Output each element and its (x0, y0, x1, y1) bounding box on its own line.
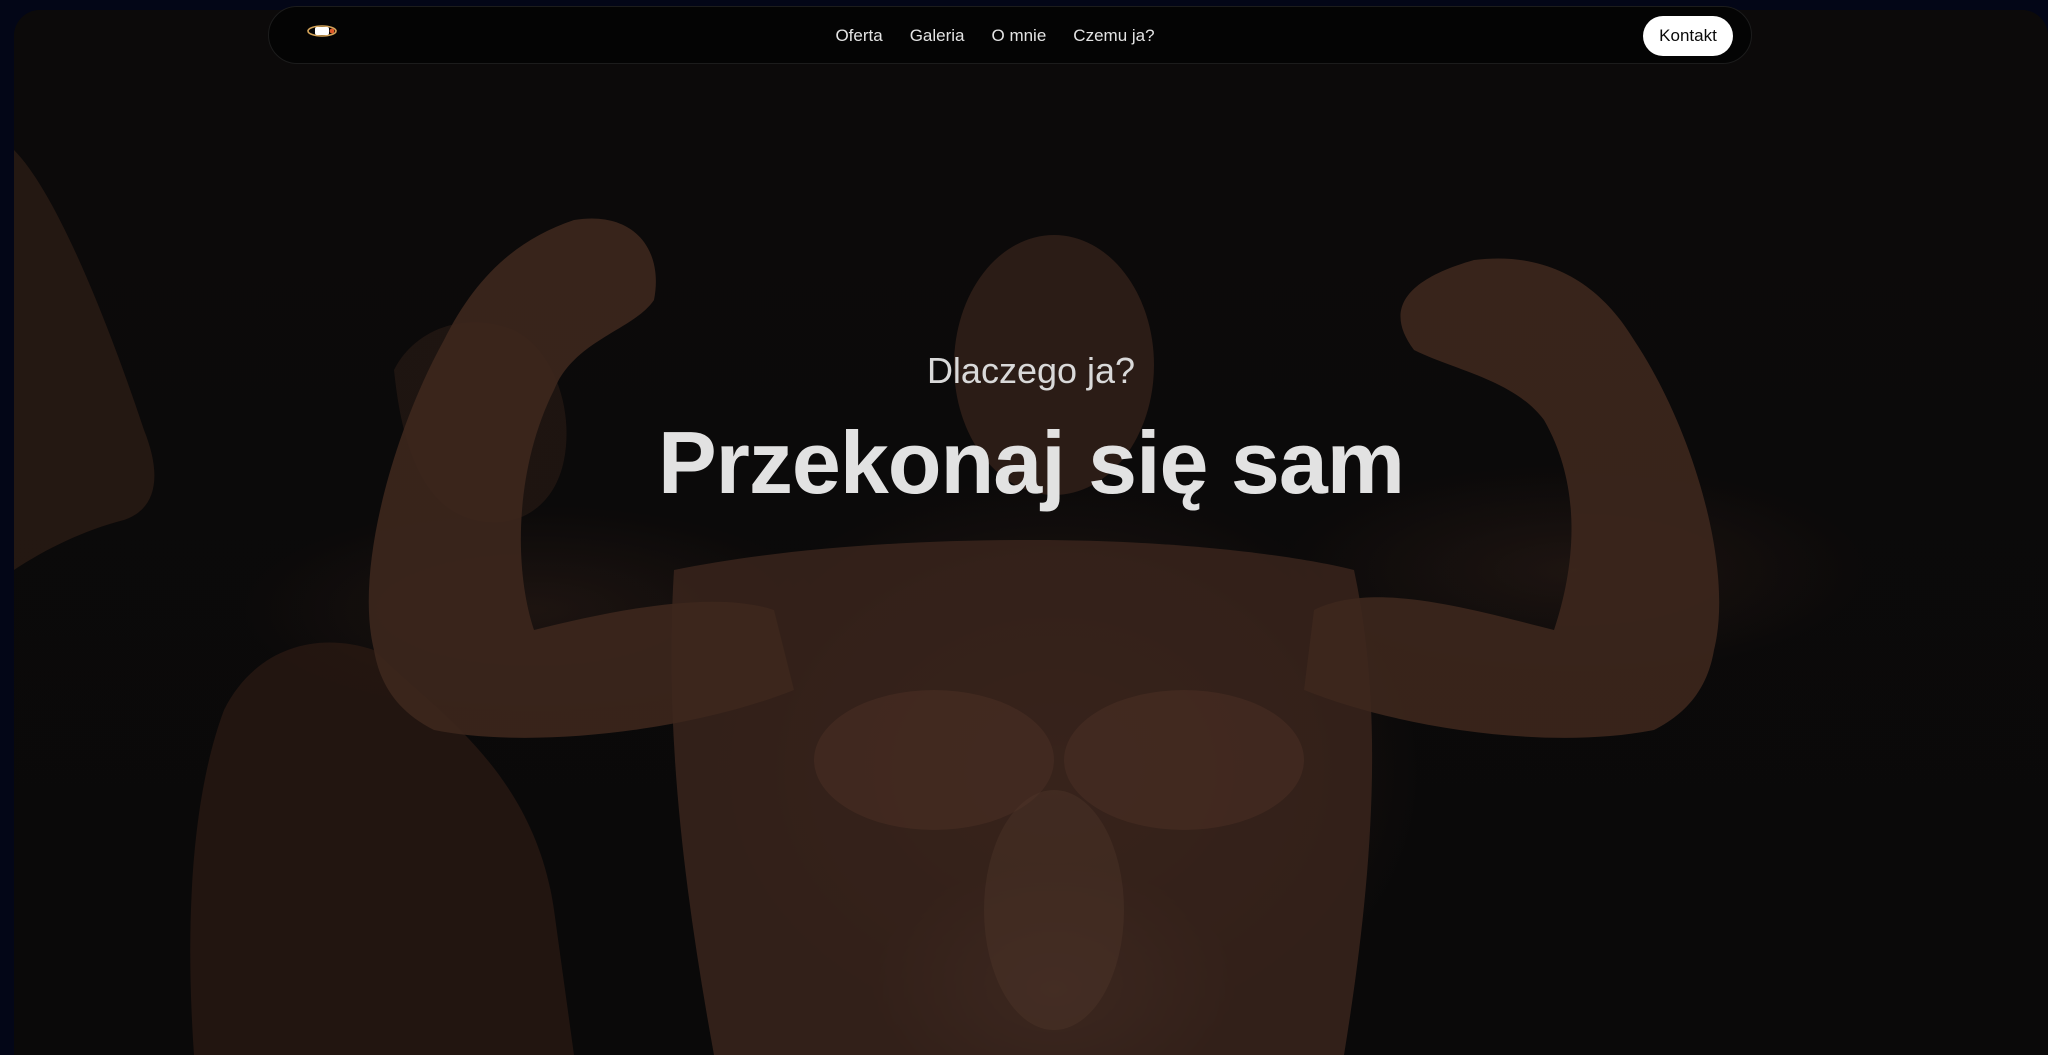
nav-link-galeria[interactable]: Galeria (910, 26, 965, 46)
hero-subtitle: Dlaczego ja? (926, 350, 1136, 391)
page-frame: Dlaczego ja? Przekonaj się sam (14, 10, 2048, 1055)
top-navigation: Oferta Galeria O mnie Czemu ja? Kontakt (268, 6, 1752, 64)
nav-link-oferta[interactable]: Oferta (835, 26, 882, 46)
nav-link-czemu-ja[interactable]: Czemu ja? (1073, 26, 1154, 46)
hero-title: Przekonaj się sam (657, 413, 1405, 512)
nav-links: Oferta Galeria O mnie Czemu ja? (239, 7, 1751, 65)
contact-button[interactable]: Kontakt (1643, 16, 1733, 56)
nav-link-o-mnie[interactable]: O mnie (992, 26, 1047, 46)
hero-background-photo (14, 150, 1720, 1055)
